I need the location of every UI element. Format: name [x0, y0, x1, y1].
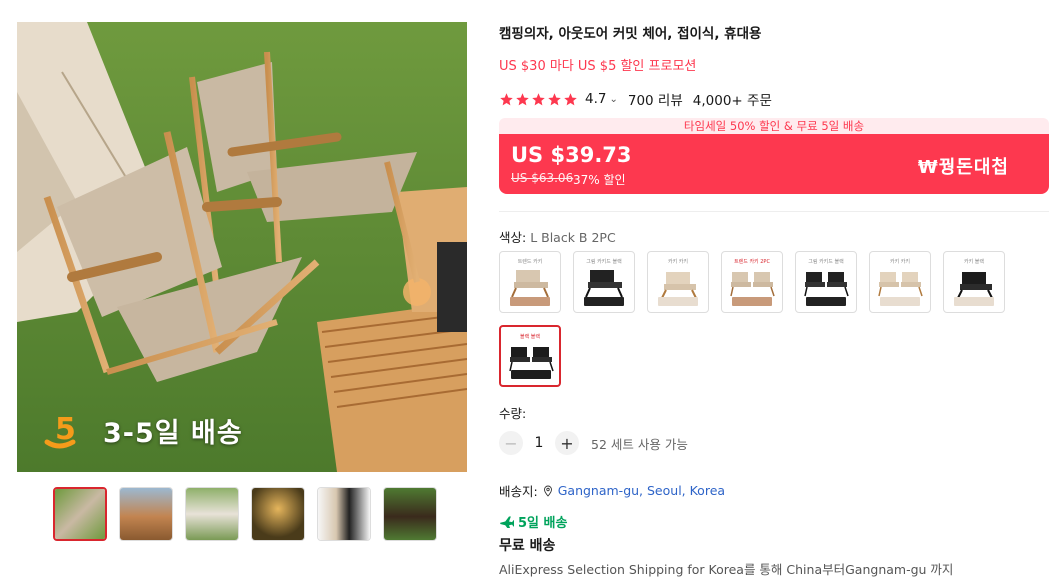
original-price: US $63.06: [511, 171, 574, 185]
main-product-image[interactable]: 5 3-5일 배송: [17, 22, 467, 472]
fast-delivery-text: 5일 배송: [518, 516, 568, 531]
swatch-khaki-double[interactable]: 트렌드 카키 2PC: [721, 251, 783, 313]
swatch-caption: 트렌드 카키 2PC: [734, 259, 770, 265]
svg-text:5: 5: [55, 412, 76, 447]
swatch-plate: [732, 297, 772, 306]
star-icon: [564, 92, 577, 105]
lightning-five-icon: 5: [44, 412, 76, 449]
swatch-plate: [806, 297, 846, 306]
chevron-down-icon[interactable]: ⌄: [609, 94, 617, 105]
shipping-via: AliExpress Selection Shipping for Korea를…: [499, 562, 954, 577]
rating-score[interactable]: 4.7: [585, 91, 606, 107]
swatch-black-single-2[interactable]: 카키 블랙: [943, 251, 1005, 313]
increment-button[interactable]: +: [555, 431, 579, 455]
thumbnail-2[interactable]: [119, 487, 173, 541]
plane-icon: [500, 516, 514, 528]
swatch-caption: 그림 카키드 블랙: [808, 259, 844, 265]
location-pin-icon: [543, 485, 552, 497]
color-swatches: 트렌드 카키 그림 카키드 블랙 카키 카키 트렌드 카키 2PC 그림 카키드…: [499, 251, 1019, 387]
divider: [499, 211, 1049, 212]
ship-to-label: 배송지:: [499, 484, 538, 499]
discount-label: 37% 할인: [573, 173, 626, 187]
star-icon: [532, 92, 545, 105]
delivery-badge-text: 3-5일 배송: [103, 417, 243, 449]
swatch-caption: 블랙 블랙: [520, 334, 540, 340]
swatch-plate: [584, 297, 624, 306]
ship-to-location[interactable]: Gangnam-gu, Seoul, Korea: [558, 483, 725, 498]
swatch-plate: [954, 297, 994, 306]
swatch-khaki-single-2[interactable]: 카키 카키: [647, 251, 709, 313]
thumbnail-6[interactable]: [383, 487, 437, 541]
current-price: US $39.73: [511, 143, 632, 167]
quantity-available: 52 세트 사용 가능: [591, 436, 688, 452]
order-count: 4,000+ 주문: [692, 93, 772, 109]
swatch-caption: 트렌드 카키: [517, 259, 543, 265]
quantity-stepper: − 1 + 52 세트 사용 가능: [499, 431, 688, 455]
color-label-text: 색상:: [499, 230, 531, 245]
thumbnail-strip: [53, 487, 437, 541]
free-shipping: 무료 배송: [499, 538, 556, 554]
thumbnail-1[interactable]: [53, 487, 107, 541]
swatch-caption: 카키 카키: [668, 259, 688, 265]
review-count[interactable]: 700 리뷰: [628, 89, 683, 109]
swatch-plate: [510, 297, 550, 306]
product-title: 캠핑의자, 아웃도어 커밋 체어, 접이식, 휴대용: [499, 26, 762, 42]
quantity-label: 수량:: [499, 406, 527, 421]
swatch-black-double[interactable]: 그림 카키드 블랙: [795, 251, 857, 313]
chair-pair-icon: [730, 272, 775, 297]
sale-banner: 타임세일 50% 할인 & 무료 5일 배송: [499, 118, 1049, 134]
chair-pair-icon: [509, 347, 554, 372]
thumbnail-4[interactable]: [251, 487, 305, 541]
thumbnail-5[interactable]: [317, 487, 371, 541]
chair-icon: [585, 270, 623, 298]
swatch-black-double-selected[interactable]: 블랙 블랙: [499, 325, 561, 387]
color-label: 색상: L Black B 2PC: [499, 227, 616, 246]
swatch-caption: 카키 카키: [890, 259, 910, 265]
swatch-plate: [658, 297, 698, 306]
star-icon: [516, 92, 529, 105]
quantity-value[interactable]: 1: [523, 435, 555, 451]
swatch-khaki-double-2[interactable]: 카키 카키: [869, 251, 931, 313]
chair-icon: [957, 272, 993, 298]
swatch-khaki-single[interactable]: 트렌드 카키: [499, 251, 561, 313]
swatch-caption: 카키 블랙: [964, 259, 984, 265]
promo-text[interactable]: US $30 마다 US $5 할인 프로모션: [499, 55, 696, 74]
star-icon: [548, 92, 561, 105]
chair-pair-icon: [804, 272, 849, 297]
star-rating: [499, 92, 578, 107]
swatch-black-single[interactable]: 그림 카키드 블랙: [573, 251, 635, 313]
color-selected-value: L Black B 2PC: [530, 230, 616, 245]
star-icon: [500, 92, 513, 105]
ship-to-row: 배송지: Gangnam-gu, Seoul, Korea: [499, 481, 725, 500]
thumbnail-3[interactable]: [185, 487, 239, 541]
decrement-button[interactable]: −: [499, 431, 523, 455]
price-box: US $39.73 US $63.06 37% 할인 ₩꿩돈대첩: [499, 134, 1049, 194]
chair-icon: [661, 272, 697, 298]
deal-label: ₩꿩돈대첩: [917, 157, 1009, 178]
swatch-plate: [511, 370, 551, 379]
rating-row: 4.7 ⌄ 700 리뷰 4,000+ 주문: [499, 89, 772, 109]
chair-pair-icon: [878, 272, 923, 297]
swatch-caption: 그림 카키드 블랙: [586, 259, 622, 265]
swatch-plate: [880, 297, 920, 306]
chair-icon: [511, 270, 549, 298]
delivery-badge: 5 3-5일 배송: [41, 406, 243, 454]
fast-delivery: 5일 배송: [499, 512, 567, 531]
